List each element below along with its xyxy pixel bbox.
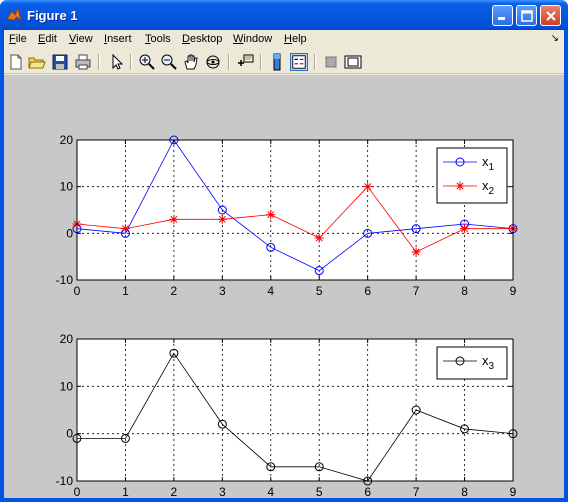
menu-help-label: elp bbox=[291, 33, 307, 45]
x-tick-label: 0 bbox=[74, 284, 81, 298]
minimize-icon bbox=[498, 17, 505, 20]
toolbar-separator bbox=[228, 54, 230, 70]
data-point-x2 bbox=[120, 224, 130, 234]
toolbar-separator bbox=[98, 54, 100, 70]
matlab-icon bbox=[6, 7, 22, 23]
toolbar-separator bbox=[130, 54, 132, 70]
x-tick-label: 9 bbox=[510, 284, 517, 298]
menu-insert-label: nsert bbox=[107, 33, 132, 45]
menu-edit-label: dit bbox=[45, 33, 57, 45]
menu-tools-label: ools bbox=[150, 33, 171, 45]
figure-window: Figure 1 File Edit View Insert Tools Des… bbox=[0, 0, 568, 502]
dock-figure-icon[interactable]: ↘ bbox=[551, 33, 559, 44]
open-file-icon[interactable] bbox=[28, 53, 46, 71]
figure-toolbar bbox=[4, 50, 564, 74]
x-tick-label: 4 bbox=[267, 485, 274, 498]
window-frame: File Edit View Insert Tools Desktop Wind… bbox=[4, 30, 564, 499]
x-tick-label: 5 bbox=[316, 485, 323, 498]
data-point-x2 bbox=[314, 233, 324, 243]
print-icon[interactable] bbox=[74, 53, 92, 71]
menu-help-mnemonic: H bbox=[284, 33, 292, 45]
y-tick-label: 20 bbox=[60, 332, 74, 346]
x-tick-label: 2 bbox=[171, 485, 178, 498]
legend-icon[interactable] bbox=[290, 53, 308, 71]
y-tick-label: 20 bbox=[60, 133, 74, 147]
x-tick-label: 0 bbox=[74, 485, 81, 498]
data-point-x2 bbox=[460, 224, 470, 234]
menu-window-label: indow bbox=[243, 33, 273, 45]
menu-file-mnemonic: F bbox=[9, 33, 16, 45]
close-button[interactable] bbox=[540, 5, 561, 26]
menu-desktop[interactable]: Desktop bbox=[182, 33, 222, 45]
show-plot-tools-icon[interactable] bbox=[344, 53, 362, 71]
x-tick-label: 6 bbox=[364, 284, 371, 298]
toolbar-separator bbox=[314, 54, 316, 70]
x-tick-label: 7 bbox=[413, 485, 420, 498]
x-tick-label: 3 bbox=[219, 284, 226, 298]
pan-hand-icon[interactable] bbox=[182, 53, 200, 71]
y-tick-label: 10 bbox=[60, 180, 74, 194]
x-tick-label: 8 bbox=[461, 485, 468, 498]
x-tick-label: 5 bbox=[316, 284, 323, 298]
window-title: Figure 1 bbox=[27, 8, 78, 23]
save-icon[interactable] bbox=[51, 53, 69, 71]
maximize-icon bbox=[520, 9, 533, 22]
data-cursor-icon[interactable] bbox=[236, 53, 254, 71]
data-point-x2 bbox=[266, 210, 276, 220]
x-tick-label: 8 bbox=[461, 284, 468, 298]
figure-canvas: 0 1 2 3 4 5 6 7 8 9 -10 0 10 20 x1 x2 0 1 2 3 4 5 6 7 8 9 -10 0 10 20… bbox=[4, 75, 564, 499]
hide-plot-tools-icon[interactable] bbox=[322, 53, 340, 71]
data-point-x2 bbox=[169, 214, 179, 224]
y-tick-label: 0 bbox=[66, 226, 73, 240]
menu-desktop-label: esktop bbox=[189, 33, 223, 45]
y-tick-label: -10 bbox=[56, 474, 74, 488]
legend: x1x2 bbox=[436, 147, 508, 204]
legend-box bbox=[436, 346, 508, 380]
plot-area: 0 1 2 3 4 5 6 7 8 9-1001020x1x20 1 2 3 4 5 6 7 8 9-1001020… bbox=[56, 133, 518, 499]
menu-insert[interactable]: Insert bbox=[104, 33, 132, 45]
menu-window[interactable]: Window bbox=[233, 33, 272, 45]
rotate-3d-icon[interactable] bbox=[204, 53, 222, 71]
x-tick-label: 1 bbox=[122, 284, 129, 298]
x-tick-label: 6 bbox=[364, 485, 371, 498]
menu-view[interactable]: View bbox=[69, 33, 93, 45]
x-tick-label: 3 bbox=[219, 485, 226, 498]
toolbar-separator bbox=[260, 54, 262, 70]
menu-edit[interactable]: Edit bbox=[38, 33, 57, 45]
legend-box bbox=[436, 147, 508, 204]
new-figure-icon[interactable] bbox=[7, 53, 25, 71]
axes-1: 0 1 2 3 4 5 6 7 8 9-1001020x1x2 bbox=[56, 133, 518, 298]
data-point-x2 bbox=[411, 247, 421, 257]
y-tick-label: -10 bbox=[56, 273, 74, 287]
minimize-button[interactable] bbox=[492, 5, 513, 26]
menu-window-mnemonic: W bbox=[233, 33, 244, 45]
title-bar[interactable]: Figure 1 bbox=[0, 0, 568, 30]
menu-bar: File Edit View Insert Tools Desktop Wind… bbox=[4, 30, 564, 50]
x-tick-label: 7 bbox=[413, 284, 420, 298]
menu-desktop-mnemonic: D bbox=[182, 33, 190, 45]
data-point-x2 bbox=[217, 214, 227, 224]
x-tick-label: 9 bbox=[510, 485, 517, 498]
menu-tools[interactable]: Tools bbox=[145, 33, 171, 45]
menu-help[interactable]: Help bbox=[284, 33, 307, 45]
legend-marker-x2 bbox=[455, 181, 465, 191]
x-tick-label: 2 bbox=[171, 284, 178, 298]
x-tick-label: 4 bbox=[267, 284, 274, 298]
legend: x3 bbox=[436, 346, 508, 380]
menu-view-label: iew bbox=[76, 33, 93, 45]
y-tick-label: 0 bbox=[66, 427, 73, 441]
menu-file-label: ile bbox=[15, 33, 27, 45]
menu-file[interactable]: File bbox=[9, 33, 27, 45]
zoom-in-icon[interactable] bbox=[138, 53, 156, 71]
maximize-button[interactable] bbox=[516, 5, 537, 26]
close-icon bbox=[545, 10, 556, 21]
y-tick-label: 10 bbox=[60, 379, 74, 393]
colorbar-icon[interactable] bbox=[268, 53, 286, 71]
x-tick-label: 1 bbox=[122, 485, 129, 498]
axes-2: 0 1 2 3 4 5 6 7 8 9-1001020x3 bbox=[56, 332, 518, 499]
select-arrow-icon[interactable] bbox=[108, 53, 126, 71]
zoom-out-icon[interactable] bbox=[160, 53, 178, 71]
